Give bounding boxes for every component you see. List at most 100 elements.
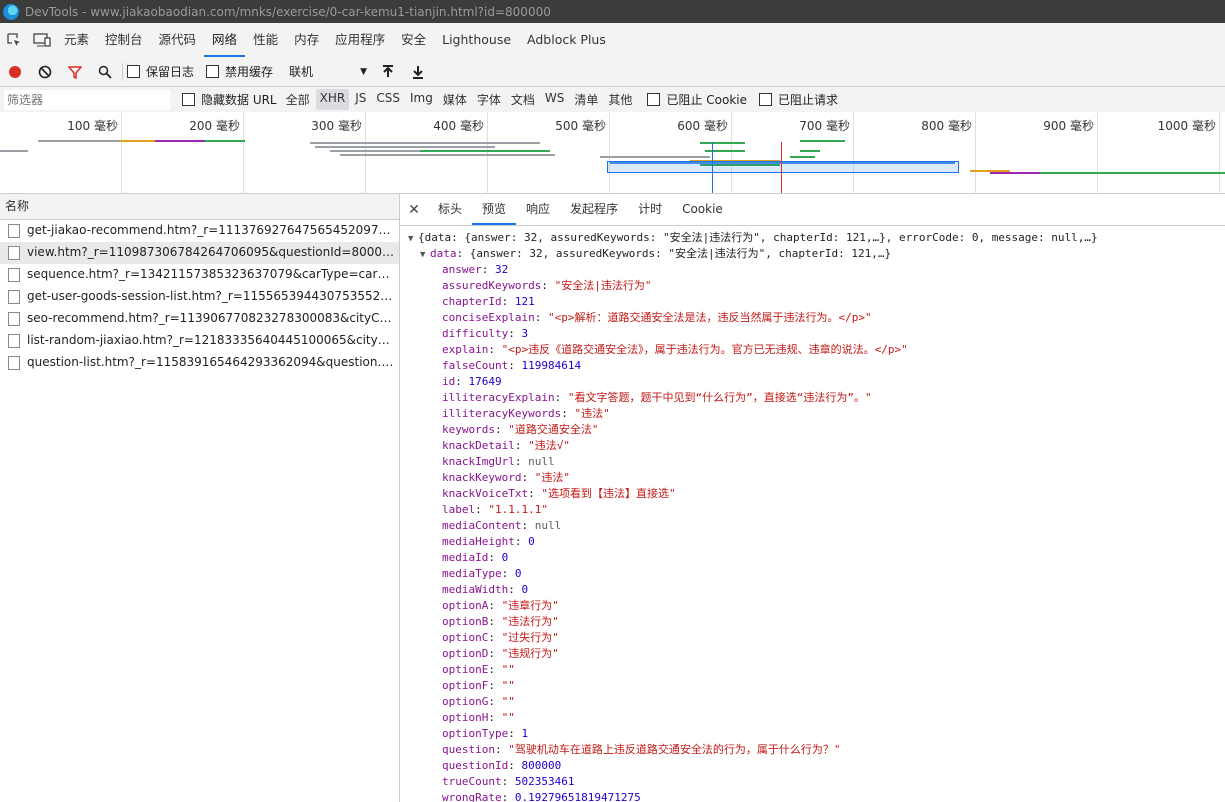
type-filter-button[interactable]: 字体: [473, 89, 505, 110]
preview-field[interactable]: wrongRate: 0.19279651819471275: [400, 790, 1225, 802]
main-tab[interactable]: 源代码: [151, 23, 205, 57]
timeline-tick-label: 100 毫秒: [67, 119, 118, 133]
export-har-button[interactable]: [403, 58, 433, 86]
blocked-requests-checkbox[interactable]: [758, 93, 772, 106]
request-row[interactable]: get-jiakao-recommend.htm?_r=111376927647…: [0, 220, 399, 242]
preview-field[interactable]: knackKeyword: "违法": [400, 470, 1225, 486]
field-value: "看文字答题，题干中见到“什么行为”，直接选“违法行为”。": [567, 391, 872, 404]
preview-field[interactable]: optionF: "": [400, 678, 1225, 694]
preview-field[interactable]: mediaHeight: 0: [400, 534, 1225, 550]
filter-input[interactable]: [4, 89, 170, 110]
preview-field[interactable]: optionE: "": [400, 662, 1225, 678]
preview-field[interactable]: mediaId: 0: [400, 550, 1225, 566]
preview-field[interactable]: label: "1.1.1.1": [400, 502, 1225, 518]
disable-cache-checkbox[interactable]: [206, 65, 220, 78]
filter-button[interactable]: [60, 58, 90, 86]
preview-field[interactable]: optionH: "": [400, 710, 1225, 726]
preview-field[interactable]: assuredKeywords: "安全法|违法行为": [400, 278, 1225, 294]
detail-tab[interactable]: 发起程序: [560, 194, 628, 225]
preview-field[interactable]: knackDetail: "违法√": [400, 438, 1225, 454]
timeline-gridline: [1219, 112, 1220, 193]
preview-field[interactable]: optionD: "违规行为": [400, 646, 1225, 662]
preview-field[interactable]: keywords: "道路交通安全法": [400, 422, 1225, 438]
close-icon[interactable]: ✕: [400, 202, 428, 218]
preview-field[interactable]: id: 17649: [400, 374, 1225, 390]
preview-field[interactable]: chapterId: 121: [400, 294, 1225, 310]
preview-field[interactable]: explain: "<p>违反《道路交通安全法》，属于违法行为。官方已无违规、违…: [400, 342, 1225, 358]
throttle-select[interactable]: 联机 ▼: [285, 62, 371, 82]
type-filter-button[interactable]: XHR: [315, 89, 350, 110]
preview-field[interactable]: illiteracyExplain: "看文字答题，题干中见到“什么行为”，直接…: [400, 390, 1225, 406]
type-filter-button[interactable]: Img: [406, 89, 437, 110]
request-row[interactable]: get-user-goods-session-list.htm?_r=11556…: [0, 286, 399, 308]
main-tab[interactable]: 元素: [56, 23, 97, 57]
request-row[interactable]: list-random-jiaxiao.htm?_r=1218333564044…: [0, 330, 399, 352]
main-tab[interactable]: 安全: [393, 23, 434, 57]
preview-field[interactable]: optionType: 1: [400, 726, 1225, 742]
timeline-gridline: [853, 112, 854, 193]
preview-field[interactable]: mediaWidth: 0: [400, 582, 1225, 598]
type-filter-button[interactable]: 文档: [507, 89, 539, 110]
preview-field[interactable]: optionC: "过失行为": [400, 630, 1225, 646]
preview-field[interactable]: optionB: "违法行为": [400, 614, 1225, 630]
preview-field[interactable]: mediaContent: null: [400, 518, 1225, 534]
clear-button[interactable]: [30, 58, 60, 86]
timeline-overview[interactable]: 100 毫秒 200 毫秒 300 毫秒 400 毫秒 500 毫秒 600 毫秒 700 …: [0, 112, 1225, 194]
record-button[interactable]: [0, 58, 30, 86]
type-filter-button[interactable]: CSS: [372, 89, 404, 110]
detail-tab[interactable]: 响应: [516, 194, 560, 225]
preview-field[interactable]: illiteracyKeywords: "违法": [400, 406, 1225, 422]
main-tab[interactable]: 性能: [245, 23, 286, 57]
preview-root-line[interactable]: ▼ {data: {answer: 32, assuredKeywords: "安…: [400, 230, 1225, 246]
timeline-selection[interactable]: [607, 161, 959, 173]
preview-field[interactable]: difficulty: 3: [400, 326, 1225, 342]
main-tab[interactable]: 控制台: [97, 23, 151, 57]
request-row[interactable]: question-list.htm?_r=1158391654642933620…: [0, 352, 399, 374]
preview-field[interactable]: trueCount: 502353461: [400, 774, 1225, 790]
type-filter-button[interactable]: 全部: [282, 89, 314, 110]
preview-field[interactable]: optionA: "违章行为": [400, 598, 1225, 614]
preview-field[interactable]: knackImgUrl: null: [400, 454, 1225, 470]
preview-field[interactable]: optionG: "": [400, 694, 1225, 710]
detail-tab[interactable]: 预览: [472, 194, 517, 225]
request-row[interactable]: view.htm?_r=11098730678426470609​5&quest…: [0, 242, 399, 264]
detail-tab[interactable]: Cookie: [672, 194, 733, 225]
preview-field[interactable]: answer: 32: [400, 262, 1225, 278]
blocked-cookies-checkbox[interactable]: [647, 93, 661, 106]
file-icon: [8, 267, 20, 282]
type-filter-button[interactable]: 媒体: [439, 89, 471, 110]
type-filter-button[interactable]: JS: [351, 89, 370, 110]
request-row[interactable]: sequence.htm?_r=13421157385323637079&car…: [0, 264, 399, 286]
preview-field[interactable]: falseCount: 119984614: [400, 358, 1225, 374]
main-tab[interactable]: 应用程序: [327, 23, 393, 57]
preview-field[interactable]: question: "驾驶机动车在道路上违反道路交通安全法的行为，属于什么行为？…: [400, 742, 1225, 758]
name-column-header[interactable]: 名称: [0, 194, 399, 220]
hide-data-url-label: 隐藏数据 URL: [201, 93, 277, 107]
main-tab[interactable]: 网络: [204, 23, 246, 57]
preview-field[interactable]: mediaType: 0: [400, 566, 1225, 582]
preview-field[interactable]: conciseExplain: "<p>解析：道路交通安全法是法，违反当然属于违…: [400, 310, 1225, 326]
preview-field[interactable]: questionId: 800000: [400, 758, 1225, 774]
field-key: optionType: [442, 727, 509, 740]
import-har-button[interactable]: [373, 58, 403, 86]
hide-data-url-checkbox[interactable]: [182, 93, 195, 106]
main-tab[interactable]: 内存: [286, 23, 327, 57]
search-button[interactable]: [90, 58, 120, 86]
timeline-request-bar: [790, 156, 815, 158]
request-row[interactable]: seo-recommend.htm?_r=1139067708232783000…: [0, 308, 399, 330]
main-tab[interactable]: Lighthouse: [434, 23, 519, 57]
preview-data-line[interactable]: ▼ data: {answer: 32, assuredKeywords: "安全…: [400, 246, 1225, 262]
timeline-gridline: [487, 112, 488, 193]
timeline-tick-label: 700 毫秒: [799, 119, 850, 133]
field-key: mediaHeight: [442, 535, 515, 548]
type-filter-button[interactable]: 其他: [604, 89, 636, 110]
device-toolbar-icon[interactable]: [28, 23, 56, 57]
inspect-element-icon[interactable]: [0, 23, 28, 57]
detail-tab[interactable]: 标头: [428, 194, 472, 225]
preview-field[interactable]: knackVoiceTxt: "选项看到【违法】直接选": [400, 486, 1225, 502]
type-filter-button[interactable]: 清单: [570, 89, 602, 110]
preserve-log-checkbox[interactable]: [127, 65, 140, 78]
main-tab[interactable]: Adblock Plus: [519, 23, 614, 57]
detail-tab[interactable]: 计时: [628, 194, 672, 225]
type-filter-button[interactable]: WS: [541, 89, 568, 110]
